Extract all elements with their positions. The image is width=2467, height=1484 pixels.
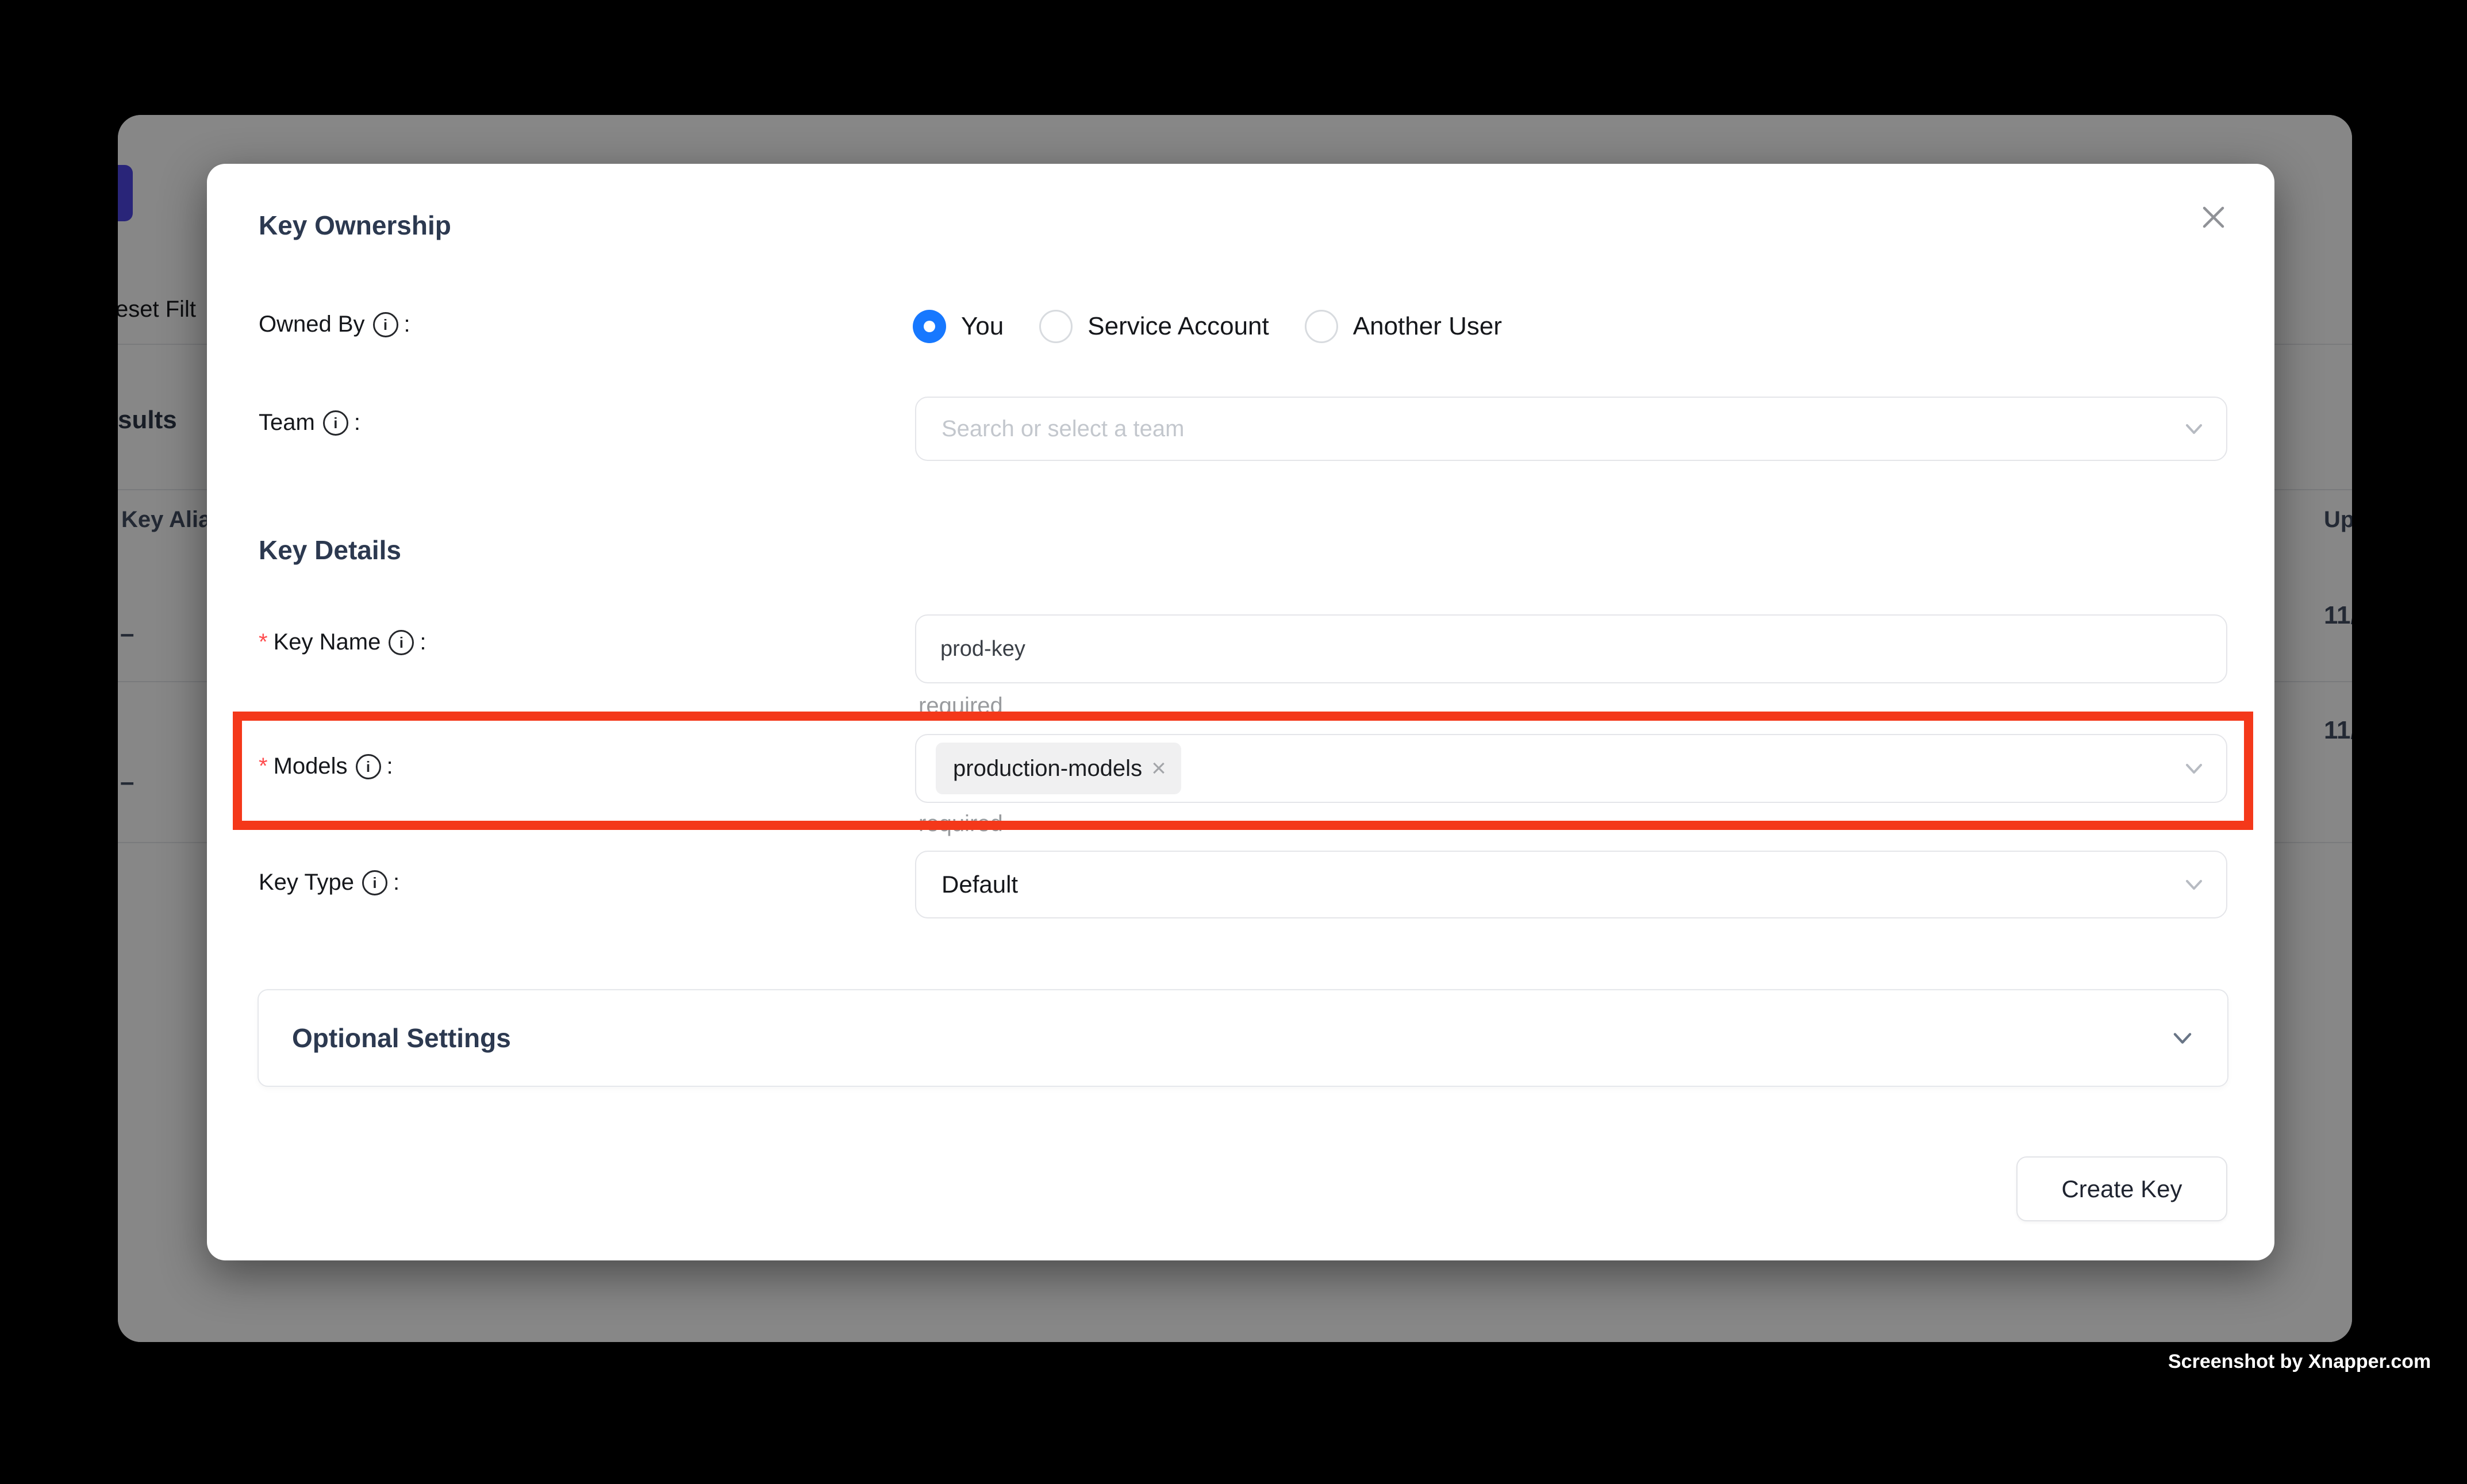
radio-label: Service Account	[1088, 312, 1269, 341]
owned-by-radio-group: You Service Account Another User	[913, 309, 1502, 344]
chevron-down-icon	[2181, 872, 2207, 897]
optional-settings-title: Optional Settings	[292, 1022, 511, 1054]
key-name-label-text: Key Name	[274, 629, 381, 655]
radio-unselected-icon[interactable]	[1039, 310, 1073, 343]
team-label-text: Team	[259, 410, 315, 436]
radio-option-you[interactable]: You	[913, 310, 1004, 343]
owned-by-label: Owned By i :	[259, 312, 410, 337]
label-colon: :	[404, 312, 410, 337]
label-colon: :	[354, 410, 360, 436]
close-icon	[2197, 201, 2230, 233]
create-key-button-label: Create Key	[2061, 1175, 2182, 1203]
info-icon[interactable]: i	[389, 630, 414, 655]
required-asterisk: *	[259, 753, 268, 779]
chevron-down-icon	[2181, 756, 2207, 781]
models-select[interactable]: production-models ×	[915, 734, 2227, 803]
tag-remove-icon[interactable]: ×	[1151, 756, 1166, 781]
info-icon[interactable]: i	[323, 410, 348, 436]
key-type-label: Key Type i :	[259, 870, 399, 895]
key-type-label-text: Key Type	[259, 870, 354, 895]
team-select-placeholder: Search or select a team	[916, 416, 1184, 442]
team-label: Team i :	[259, 410, 360, 436]
team-select[interactable]: Search or select a team	[915, 397, 2227, 461]
create-key-modal: Key Ownership Owned By i : You Service A…	[207, 164, 2274, 1260]
key-type-select[interactable]: Default	[915, 851, 2227, 918]
info-icon[interactable]: i	[356, 754, 381, 779]
key-type-selected-value: Default	[916, 871, 1018, 898]
label-colon: :	[420, 629, 426, 655]
models-label-text: Models	[274, 753, 348, 779]
key-name-validation-message: required	[919, 693, 1003, 719]
radio-option-another-user[interactable]: Another User	[1305, 310, 1502, 343]
selected-model-tag: production-models ×	[936, 743, 1181, 794]
selected-model-tag-label: production-models	[953, 756, 1142, 782]
radio-option-service-account[interactable]: Service Account	[1039, 310, 1269, 343]
optional-settings-panel[interactable]: Optional Settings	[258, 989, 2228, 1087]
radio-selected-icon[interactable]	[913, 310, 946, 343]
watermark-text: Screenshot by Xnapper.com	[2168, 1351, 2431, 1373]
radio-label: You	[961, 312, 1004, 341]
close-button[interactable]	[2193, 197, 2234, 237]
chevron-down-icon	[2181, 416, 2207, 441]
modal-title: Key Ownership	[259, 210, 451, 241]
key-details-heading: Key Details	[259, 535, 401, 566]
label-colon: :	[387, 753, 393, 779]
radio-label: Another User	[1353, 312, 1502, 341]
info-icon[interactable]: i	[362, 870, 387, 895]
key-name-label: * Key Name i :	[259, 629, 426, 655]
key-name-input[interactable]	[915, 614, 2227, 683]
models-label: * Models i :	[259, 753, 393, 779]
create-key-button[interactable]: Create Key	[2016, 1156, 2227, 1221]
info-icon[interactable]: i	[373, 312, 398, 337]
chevron-down-icon	[2169, 1024, 2196, 1052]
models-validation-message: required	[919, 811, 1003, 837]
owned-by-label-text: Owned By	[259, 312, 365, 337]
required-asterisk: *	[259, 629, 268, 655]
label-colon: :	[393, 870, 399, 895]
radio-unselected-icon[interactable]	[1305, 310, 1338, 343]
